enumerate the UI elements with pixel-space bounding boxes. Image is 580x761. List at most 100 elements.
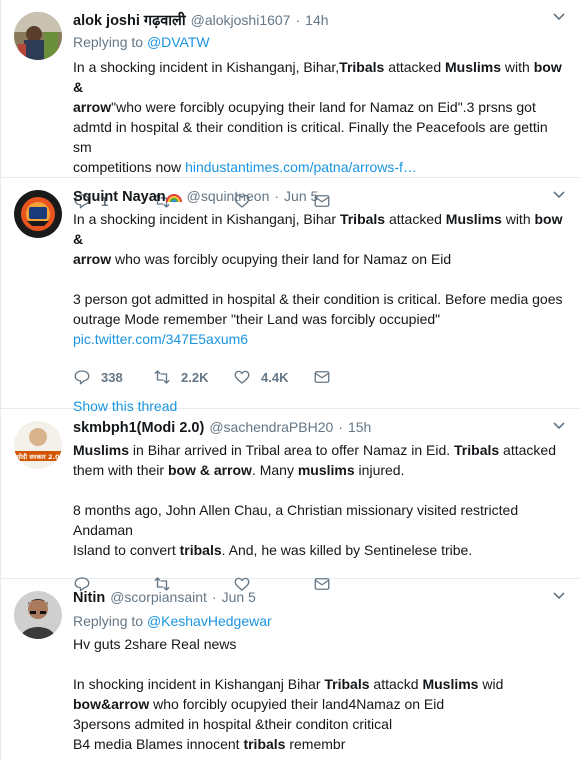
display-name[interactable]: alok joshi गढ़वाली (73, 10, 186, 30)
tweet-text: In a shocking incident in Kishanganj, Bi… (73, 209, 564, 349)
avatar[interactable] (14, 591, 62, 639)
text: In a shocking incident in Kishanganj, Bi… (73, 59, 340, 75)
tweet-text: Hv guts 2share Real news In shocking inc… (73, 634, 564, 754)
text: Muslims (73, 442, 130, 458)
avatar-image (14, 591, 62, 639)
avatar-image: मोदी सरकार 2.0 (14, 421, 62, 469)
tweet-header: alok joshi गढ़वाली @alokjoshi1607 · 14h (73, 10, 564, 30)
text: attacked (384, 59, 446, 75)
text: Tribals (339, 211, 386, 227)
text: with (501, 59, 534, 75)
text: muslims (297, 462, 355, 478)
text: tribals (243, 736, 286, 752)
tweet-actions: 338 2.2K 4.4K (73, 357, 564, 397)
retweet-button[interactable]: 2.2K (153, 368, 233, 386)
dm-button[interactable] (313, 368, 393, 386)
text: 3 person got admitted in hospital & thei… (73, 291, 563, 307)
text: in Bihar arrived in Tribal area to offer… (129, 442, 455, 458)
text: B4 media Blames innocent (73, 736, 244, 752)
text: Island to convert (73, 542, 180, 558)
text: bow & arrow (167, 462, 252, 478)
text: Tribals (339, 59, 385, 75)
timestamp[interactable]: 14h (305, 12, 328, 28)
replying-to: Replying to @DVATW (73, 32, 564, 52)
reply-button[interactable]: 338 (73, 368, 153, 386)
separator: · (295, 12, 301, 28)
text: Tribals (324, 676, 370, 692)
text: attackd (369, 676, 423, 692)
replying-to-handle[interactable]: @DVATW (147, 34, 210, 50)
chevron-down-icon[interactable] (552, 190, 566, 200)
pic-link[interactable]: pic.twitter.com/347E5axum6 (73, 329, 564, 349)
text: arrow (73, 99, 112, 115)
timestamp[interactable]: Jun 5 (222, 589, 256, 605)
chevron-down-icon[interactable] (552, 12, 566, 22)
text: attacked (385, 211, 446, 227)
dm-icon (314, 371, 330, 383)
tweet[interactable]: मोदी सरकार 2.0 skmbph1(Modi 2.0) @sachen… (1, 409, 580, 592)
retweet-icon (154, 370, 170, 384)
tweet-text: Muslims in Bihar arrived in Tribal area … (73, 440, 564, 560)
chevron-down-icon[interactable] (552, 591, 566, 601)
like-button[interactable]: 4.4K (233, 368, 313, 386)
text: In a shocking incident in Kishanganj, Bi… (73, 211, 340, 227)
text: 3persons admited in hospital &their cond… (73, 716, 393, 732)
url-link[interactable]: hindustantimes.com/patna/arrows-f… (185, 159, 417, 175)
tweet[interactable]: Nitin @scorpiansaint · Jun 5 Replying to… (1, 579, 580, 761)
user-handle[interactable]: @alokjoshi1607 (191, 12, 291, 28)
user-handle[interactable]: @scorpiansaint (110, 589, 207, 605)
display-name[interactable]: skmbph1(Modi 2.0) (73, 420, 204, 436)
rainbow-emoji-icon (165, 194, 182, 202)
replying-to: Replying to @KeshavHedgewar (73, 611, 564, 631)
user-handle[interactable]: @squintneon (187, 188, 270, 204)
text: "who were forcibly ocupying their land f… (111, 99, 536, 115)
avatar[interactable]: मोदी सरकार 2.0 (14, 421, 62, 469)
text: injured. (354, 462, 405, 478)
display-name-text: Squint Nayan (73, 189, 166, 205)
text: with (501, 211, 535, 227)
text: admtd in hospital & their condition is c… (73, 119, 548, 155)
separator: · (211, 589, 217, 605)
text: competitions now (73, 159, 186, 175)
replying-to-label: Replying to (73, 34, 144, 50)
avatar[interactable] (14, 12, 62, 60)
text: 8 months ago, John Allen Chau, a Christi… (73, 502, 519, 538)
reply-count: 338 (101, 369, 123, 385)
text: arrow (73, 251, 112, 267)
replying-to-handle[interactable]: @KeshavHedgewar (147, 613, 272, 629)
text: Muslims (422, 676, 479, 692)
retweet-count: 2.2K (181, 369, 209, 385)
text: In shocking incident in Kishanganj Bihar (73, 676, 325, 692)
display-name[interactable]: Squint Nayan (73, 189, 182, 205)
avatar-image (14, 12, 62, 60)
tweet[interactable]: alok joshi गढ़वाली @alokjoshi1607 · 14h … (1, 0, 580, 209)
tweet-text: In a shocking incident in Kishanganj, Bi… (73, 57, 564, 177)
user-handle[interactable]: @sachendraPBH20 (209, 419, 333, 435)
text: who was forcibly ocupying their land for… (111, 251, 452, 267)
text: bow&arrow (73, 696, 150, 712)
display-name[interactable]: Nitin (73, 590, 105, 606)
timestamp[interactable]: 15h (348, 419, 371, 435)
tweet-feed: alok joshi गढ़वाली @alokjoshi1607 · 14h … (0, 0, 580, 761)
text: outrage Mode remember "their Land was fo… (73, 311, 441, 327)
tweet-header: skmbph1(Modi 2.0) @sachendraPBH20 · 15h (73, 419, 564, 439)
text: Muslims (445, 59, 502, 75)
tweet[interactable]: Squint Nayan @squintneon · Jun 5 In a sh… (1, 178, 580, 414)
reply-icon (74, 370, 90, 385)
text: tribals (179, 542, 222, 558)
text: Muslims (445, 211, 502, 227)
text: who forcibly ocupyied their land4Namaz o… (149, 696, 445, 712)
avatar[interactable] (14, 190, 62, 238)
text: . And, he was killed by Sentinelese trib… (221, 542, 473, 558)
like-count: 4.4K (261, 369, 289, 385)
tweet-header: Nitin @scorpiansaint · Jun 5 (73, 589, 564, 609)
chevron-down-icon[interactable] (552, 421, 566, 431)
separator: · (338, 419, 343, 435)
text: . Many (251, 462, 298, 478)
replying-to-label: Replying to (73, 613, 144, 629)
text: attacked (499, 442, 556, 458)
text: remembr (285, 736, 346, 752)
text: Tribals (454, 442, 500, 458)
timestamp[interactable]: Jun 5 (284, 188, 318, 204)
separator: · (274, 188, 280, 204)
